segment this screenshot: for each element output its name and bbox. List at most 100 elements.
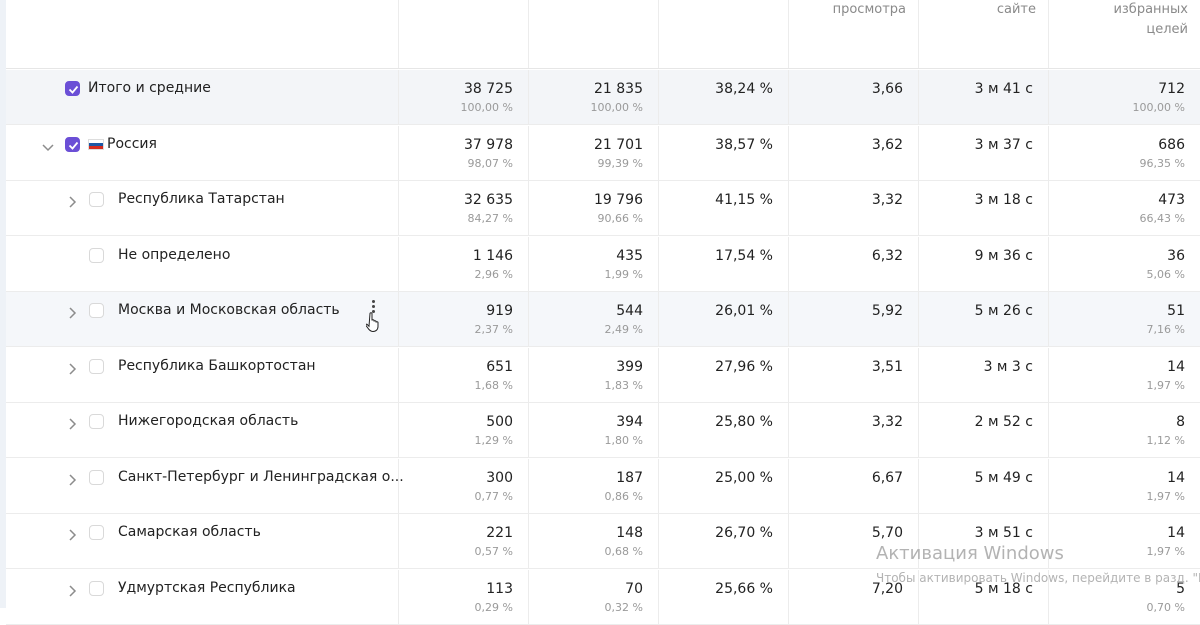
row-name-cell: Республика Татарстан [6,181,398,236]
goals-value: 712 [1158,81,1185,97]
bounce-rate-value: 25,80 % [715,414,773,430]
time-on-site-value: 3 м 18 с [974,192,1033,208]
cell-visits: 1 146 2,96 % [398,236,528,292]
table-row[interactable]: Республика Татарстан 32 635 84,27 % 19 796 9… [6,181,1200,236]
header-goals[interactable]: избранных целей [1048,0,1200,68]
row-checkbox[interactable] [65,81,80,96]
row-checkbox[interactable] [89,525,104,540]
page-depth-value: 3,32 [871,414,903,430]
row-checkbox[interactable] [89,414,104,429]
cell-page-depth: 5,92 [788,292,918,347]
row-checkbox[interactable] [89,303,104,318]
users-percent: 1,99 % [604,267,643,281]
cell-users: 21 701 99,39 % [528,125,658,181]
cell-visits: 500 1,29 % [398,403,528,458]
chevron-right-icon[interactable] [64,305,80,321]
chevron-right-icon[interactable] [64,416,80,432]
goals-percent: 1,97 % [1146,378,1185,392]
cell-bounce-rate: 41,15 % [658,181,788,236]
users-percent: 100,00 % [590,101,643,114]
table-row-total[interactable]: Итого и средние 38 725 100,00 % 21 835 100,0… [6,70,1200,125]
table-row[interactable]: Россия 37 978 98,07 % 21 701 99,39 % 38,57 % 3… [6,125,1200,181]
cell-page-depth: 3,51 [788,347,918,403]
cell-visits: 113 0,29 % [398,569,528,625]
header-users[interactable] [528,0,658,68]
chevron-right-icon[interactable] [64,194,80,210]
chevron-right-icon[interactable] [64,527,80,543]
users-percent: 99,39 % [597,156,643,170]
row-checkbox[interactable] [89,247,104,263]
chevron-right-icon[interactable] [64,361,80,377]
row-name-cell: Республика Башкортостан [6,348,398,403]
header-visits[interactable] [398,0,528,68]
row-checkbox[interactable] [89,358,104,374]
hand-cursor-icon [365,312,380,333]
visits-percent: 1,68 % [474,378,513,392]
cell-bounce-rate: 26,01 % [658,292,788,347]
bounce-rate-value: 25,00 % [715,469,773,486]
header-time[interactable]: сайте [918,0,1048,68]
goals-value: 14 [1167,358,1185,375]
bounce-rate-value: 27,96 % [715,358,773,375]
cell-users: 21 835 100,00 % [528,70,658,125]
cell-visits: 32 635 84,27 % [398,181,528,236]
row-label: Не определено [118,246,231,263]
row-checkbox[interactable] [89,469,104,485]
cell-users: 19 796 90,66 % [528,181,658,236]
row-name-cell: Самарская область [6,514,398,569]
goals-percent: 5,06 % [1146,267,1185,281]
cell-goals: 712 100,00 % [1048,70,1200,125]
cell-goals: 51 7,16 % [1048,292,1200,347]
header-depth[interactable]: просмотра [788,0,918,68]
cell-visits: 221 0,57 % [398,514,528,569]
table-row[interactable]: Санкт-Петербург и Ленинградская о... 300 0… [6,458,1200,514]
goals-percent: 96,35 % [1139,156,1185,170]
page-depth-value: 6,32 [871,247,903,264]
row-label: Республика Башкортостан [118,357,316,374]
header-depth-label: просмотра [832,2,906,17]
bounce-rate-value: 38,57 % [715,136,773,153]
chevron-right-icon[interactable] [64,472,80,488]
users-value: 19 796 [594,192,643,208]
row-checkbox[interactable] [89,580,104,596]
row-label: Санкт-Петербург и Ленинградская о... [118,468,404,485]
cell-time-on-site: 9 м 36 с [918,236,1048,292]
users-percent: 1,83 % [604,378,643,392]
cell-time-on-site: 3 м 37 с [918,125,1048,181]
row-name-cell: Не определено [6,237,398,292]
chevron-right-icon[interactable] [64,583,80,599]
goals-value: 36 [1167,247,1185,264]
goals-percent: 1,12 % [1146,434,1185,447]
users-percent: 90,66 % [597,212,643,225]
bounce-rate-value: 26,01 % [715,303,773,319]
goals-value: 686 [1158,136,1185,153]
cell-goals: 36 5,06 % [1048,236,1200,292]
table-header: просмотра сайте избранных целей [6,0,1200,69]
table-row[interactable]: Москва и Московская область 919 2,37 % 544 2… [6,292,1200,347]
russia-flag-icon [88,138,104,150]
visits-percent: 84,27 % [467,212,513,225]
row-name-cell: Удмуртская Республика [6,570,398,625]
row-checkbox[interactable] [65,136,80,152]
cell-time-on-site: 3 м 3 с [918,347,1048,403]
table-row[interactable]: Нижегородская область 500 1,29 % 394 1,80 % 2… [6,403,1200,458]
cell-bounce-rate: 27,96 % [658,347,788,403]
goals-percent: 100,00 % [1132,101,1185,114]
page-depth-value: 3,32 [871,192,903,208]
time-on-site-value: 5 м 49 с [974,469,1033,486]
chevron-down-icon[interactable] [40,139,56,155]
cell-goals: 14 1,97 % [1048,458,1200,514]
table-row[interactable]: Республика Башкортостан 651 1,68 % 399 1,83 … [6,347,1200,403]
goals-percent: 1,97 % [1146,545,1185,558]
users-value: 148 [616,525,643,541]
header-bounce[interactable] [658,0,788,68]
bounce-rate-value: 17,54 % [715,247,773,264]
table-row[interactable]: Не определено 1 146 2,96 % 435 1,99 % 17,54 %… [6,236,1200,292]
row-checkbox[interactable] [89,192,104,207]
cell-bounce-rate: 25,00 % [658,458,788,514]
windows-activation-title: Активация Windows [876,543,1064,564]
cell-goals: 686 96,35 % [1048,125,1200,181]
users-value: 435 [616,247,643,264]
users-value: 21 835 [594,81,643,97]
time-on-site-value: 3 м 51 с [974,525,1033,541]
